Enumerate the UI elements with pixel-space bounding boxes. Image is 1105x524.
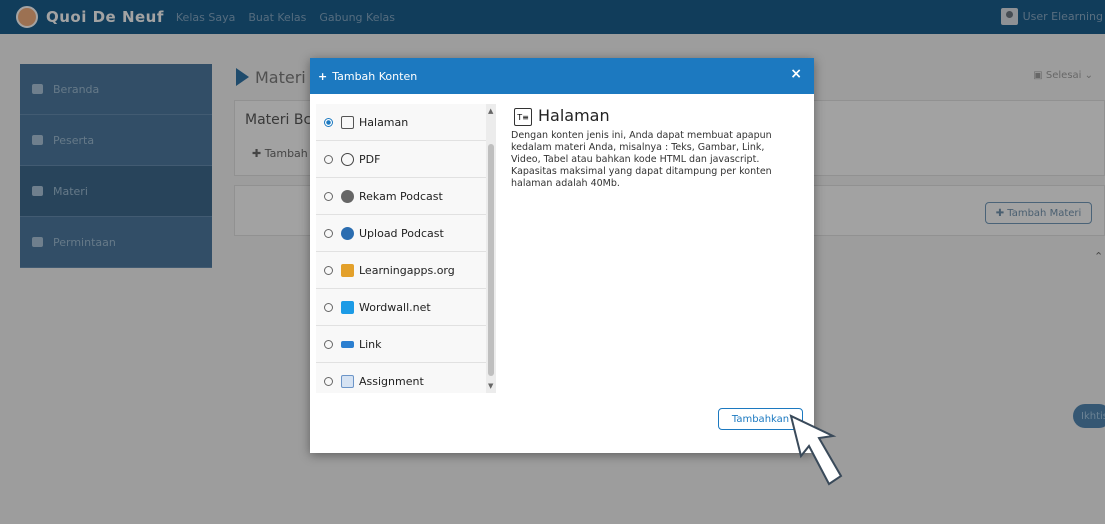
option-pdf[interactable]: PDF xyxy=(316,141,496,178)
option-label: Upload Podcast xyxy=(359,226,444,240)
radio-wordwall[interactable] xyxy=(324,302,333,312)
radio-learningapps[interactable] xyxy=(324,265,333,275)
learningapps-icon xyxy=(341,263,354,277)
headphones-icon xyxy=(341,226,354,240)
option-halaman[interactable]: Halaman xyxy=(316,104,496,141)
add-content-modal: + Tambah Konten × Halaman PDF Rekam Podc… xyxy=(310,58,814,453)
option-label: Halaman xyxy=(359,115,409,129)
assignment-icon xyxy=(341,374,354,388)
detail-title: Halaman xyxy=(538,106,610,125)
wordwall-icon xyxy=(341,300,354,314)
plus-icon: + xyxy=(318,69,328,83)
text-document-icon: T≡ xyxy=(514,108,532,126)
radio-rekam-podcast[interactable] xyxy=(324,191,333,201)
option-link[interactable]: Link xyxy=(316,326,496,363)
text-document-icon xyxy=(341,115,354,129)
modal-header: + Tambah Konten xyxy=(310,58,814,94)
radio-link[interactable] xyxy=(324,339,333,349)
option-label: Learningapps.org xyxy=(359,263,455,277)
option-learningapps[interactable]: Learningapps.org xyxy=(316,252,496,289)
option-assignment[interactable]: Assignment xyxy=(316,363,496,393)
modal-title: Tambah Konten xyxy=(332,69,418,83)
radio-assignment[interactable] xyxy=(324,376,333,386)
scroll-up-icon[interactable]: ▲ xyxy=(488,107,493,115)
option-rekam-podcast[interactable]: Rekam Podcast xyxy=(316,178,496,215)
radio-upload-podcast[interactable] xyxy=(324,228,333,238)
pdf-icon xyxy=(341,152,354,166)
radio-pdf[interactable] xyxy=(324,154,333,164)
option-label: Link xyxy=(359,337,382,351)
option-wordwall[interactable]: Wordwall.net xyxy=(316,289,496,326)
option-label: PDF xyxy=(359,152,381,166)
close-icon[interactable]: × xyxy=(790,66,802,82)
scroll-down-icon[interactable]: ▼ xyxy=(488,382,493,390)
pointer-arrow-icon xyxy=(789,414,843,486)
microphone-icon xyxy=(341,189,354,203)
content-type-list: Halaman PDF Rekam Podcast Upload Podcast… xyxy=(316,104,496,393)
option-label: Wordwall.net xyxy=(359,300,431,314)
option-label: Rekam Podcast xyxy=(359,189,443,203)
option-list-scrollbar[interactable]: ▲ ▼ xyxy=(486,104,496,393)
link-icon xyxy=(341,340,354,348)
radio-halaman[interactable] xyxy=(324,117,333,127)
scroll-thumb[interactable] xyxy=(488,144,494,376)
detail-description: Dengan konten jenis ini, Anda dapat memb… xyxy=(511,130,772,189)
option-label: Assignment xyxy=(359,374,424,388)
option-upload-podcast[interactable]: Upload Podcast xyxy=(316,215,496,252)
